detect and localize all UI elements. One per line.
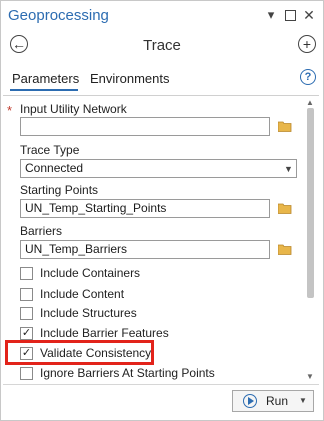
ignore-barriers-checkbox[interactable] — [20, 367, 33, 380]
include-structures-label: Include Structures — [40, 306, 137, 320]
chevron-down-icon[interactable]: ▼ — [299, 396, 307, 405]
include-barrier-features-checkbox[interactable]: ✓ — [20, 327, 33, 340]
tab-parameters[interactable]: Parameters — [12, 71, 79, 86]
include-content-label: Include Content — [40, 287, 125, 301]
trace-type-select[interactable]: Connected — [20, 159, 297, 178]
highlight-box — [5, 340, 154, 365]
close-icon[interactable]: ✕ — [302, 8, 316, 22]
barriers-label: Barriers — [20, 224, 63, 238]
starting-points-field[interactable]: UN_Temp_Starting_Points — [20, 199, 270, 218]
run-label: Run — [266, 394, 289, 408]
starting-points-label: Starting Points — [20, 183, 99, 197]
maximize-icon[interactable] — [283, 8, 297, 22]
include-containers-checkbox[interactable] — [20, 267, 33, 280]
folder-icon[interactable] — [278, 121, 292, 132]
folder-icon[interactable] — [278, 203, 292, 214]
scrollbar-thumb[interactable] — [307, 108, 314, 298]
trace-type-label: Trace Type — [20, 143, 80, 157]
include-structures-checkbox[interactable] — [20, 307, 33, 320]
help-icon[interactable]: ? — [300, 69, 316, 85]
tab-environments[interactable]: Environments — [90, 71, 169, 86]
pane-title: Geoprocessing — [8, 7, 109, 24]
required-marker: * — [7, 103, 13, 118]
chevron-down-icon[interactable]: ▾ — [264, 8, 278, 22]
include-containers-label: Include Containers — [40, 266, 141, 280]
include-content-checkbox[interactable] — [20, 288, 33, 301]
folder-icon[interactable] — [278, 244, 292, 255]
scroll-down-icon[interactable]: ▼ — [306, 372, 314, 381]
ignore-barriers-label: Ignore Barriers At Starting Points — [40, 366, 215, 380]
scroll-up-icon[interactable]: ▲ — [306, 98, 314, 107]
footer-divider — [3, 384, 319, 385]
include-barrier-features-label: Include Barrier Features — [40, 326, 169, 340]
barriers-field[interactable]: UN_Temp_Barriers — [20, 240, 270, 259]
run-button[interactable]: Run ▼ — [232, 390, 314, 412]
play-icon — [243, 394, 257, 408]
tool-title: Trace — [143, 37, 181, 54]
add-button[interactable]: + — [298, 35, 316, 53]
active-tab-indicator — [10, 89, 78, 91]
chevron-down-icon[interactable]: ▼ — [284, 164, 293, 174]
input-utility-network-field[interactable] — [20, 117, 270, 136]
input-utility-network-label: Input Utility Network — [20, 102, 127, 116]
